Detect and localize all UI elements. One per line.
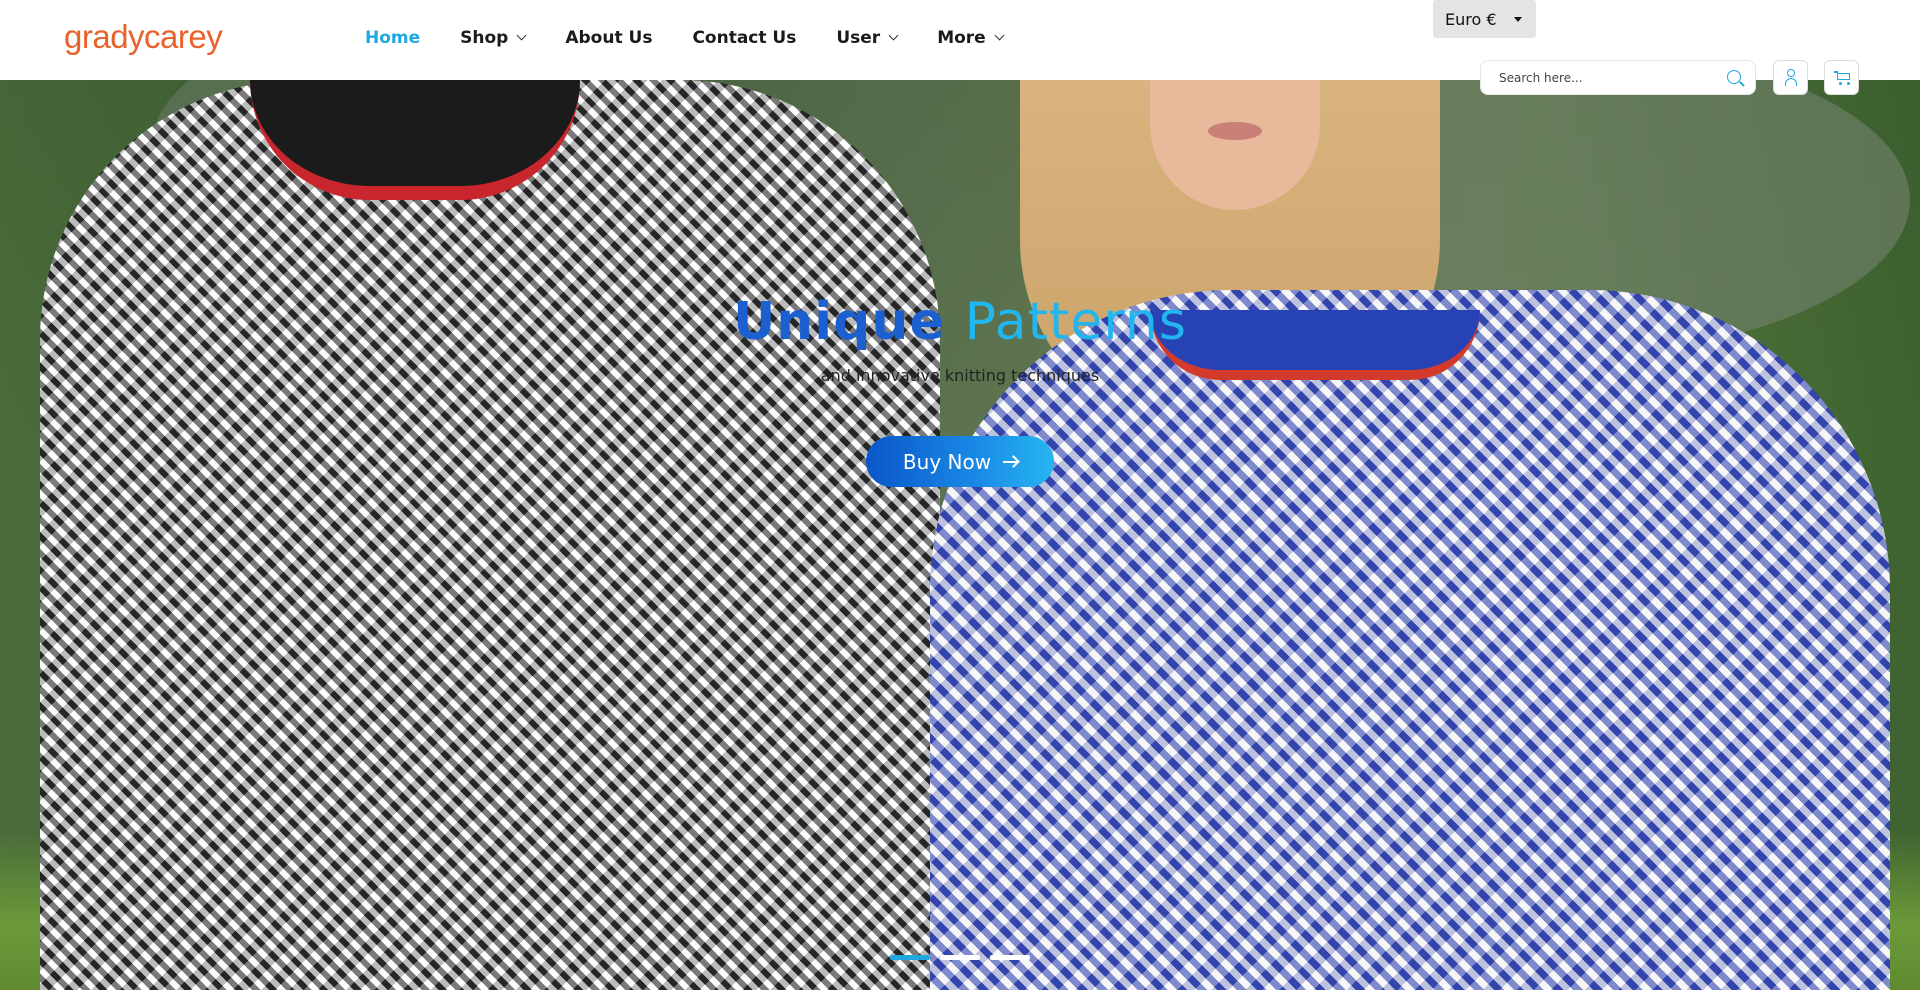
chevron-down-icon bbox=[888, 30, 899, 41]
nav-item-home[interactable]: Home bbox=[365, 28, 420, 48]
account-button[interactable] bbox=[1773, 60, 1808, 95]
site-header: gradycarey Home Shop About Us Contact Us… bbox=[0, 0, 1920, 95]
main-nav: Home Shop About Us Contact Us User More bbox=[365, 28, 1043, 48]
buy-now-label: Buy Now bbox=[902, 449, 992, 474]
hero-subtitle: and innovative knitting techniques bbox=[820, 366, 1100, 385]
currency-select[interactable]: Euro € bbox=[1433, 0, 1536, 38]
search-icon[interactable] bbox=[1727, 70, 1741, 84]
nav-item-label: Shop bbox=[460, 28, 509, 48]
search-input[interactable] bbox=[1499, 70, 1709, 85]
brand-logo[interactable]: gradycarey bbox=[64, 18, 223, 56]
model-lips bbox=[1208, 122, 1262, 140]
caret-down-icon bbox=[1514, 17, 1522, 22]
search-box bbox=[1480, 60, 1756, 95]
nav-item-label: Home bbox=[365, 28, 421, 48]
chevron-down-icon bbox=[994, 30, 1005, 41]
currency-value: Euro € bbox=[1445, 9, 1497, 29]
nav-item-about-us[interactable]: About Us bbox=[565, 28, 652, 48]
hero-title-word-1: Unique bbox=[733, 292, 946, 352]
carousel-indicators bbox=[890, 955, 1030, 960]
arrow-right-icon bbox=[1003, 460, 1018, 463]
nav-item-label: User bbox=[836, 28, 881, 48]
nav-item-shop[interactable]: Shop bbox=[460, 28, 527, 48]
hero-slider: Unique Patterns and innovative knitting … bbox=[0, 80, 1920, 990]
user-icon bbox=[1785, 69, 1797, 86]
buy-now-button[interactable]: Buy Now bbox=[866, 436, 1054, 487]
nav-item-more[interactable]: More bbox=[937, 28, 1005, 48]
hero-title-word-2: Patterns bbox=[964, 292, 1187, 352]
cart-button[interactable] bbox=[1824, 60, 1859, 95]
nav-item-user[interactable]: User bbox=[836, 28, 899, 48]
nav-item-label: Contact Us bbox=[692, 28, 797, 48]
nav-item-contact-us[interactable]: Contact Us bbox=[692, 28, 796, 48]
cart-icon bbox=[1834, 71, 1851, 85]
chevron-down-icon bbox=[516, 30, 527, 41]
sweater-pattern-overlay bbox=[40, 80, 940, 990]
hero-title: Unique Patterns bbox=[0, 292, 1920, 352]
carousel-dot-2[interactable] bbox=[940, 955, 980, 960]
carousel-dot-1[interactable] bbox=[890, 955, 930, 960]
nav-item-label: More bbox=[937, 28, 986, 48]
carousel-dot-3[interactable] bbox=[990, 955, 1030, 960]
sweater-pattern-overlay bbox=[930, 290, 1890, 990]
nav-item-label: About Us bbox=[565, 28, 653, 48]
